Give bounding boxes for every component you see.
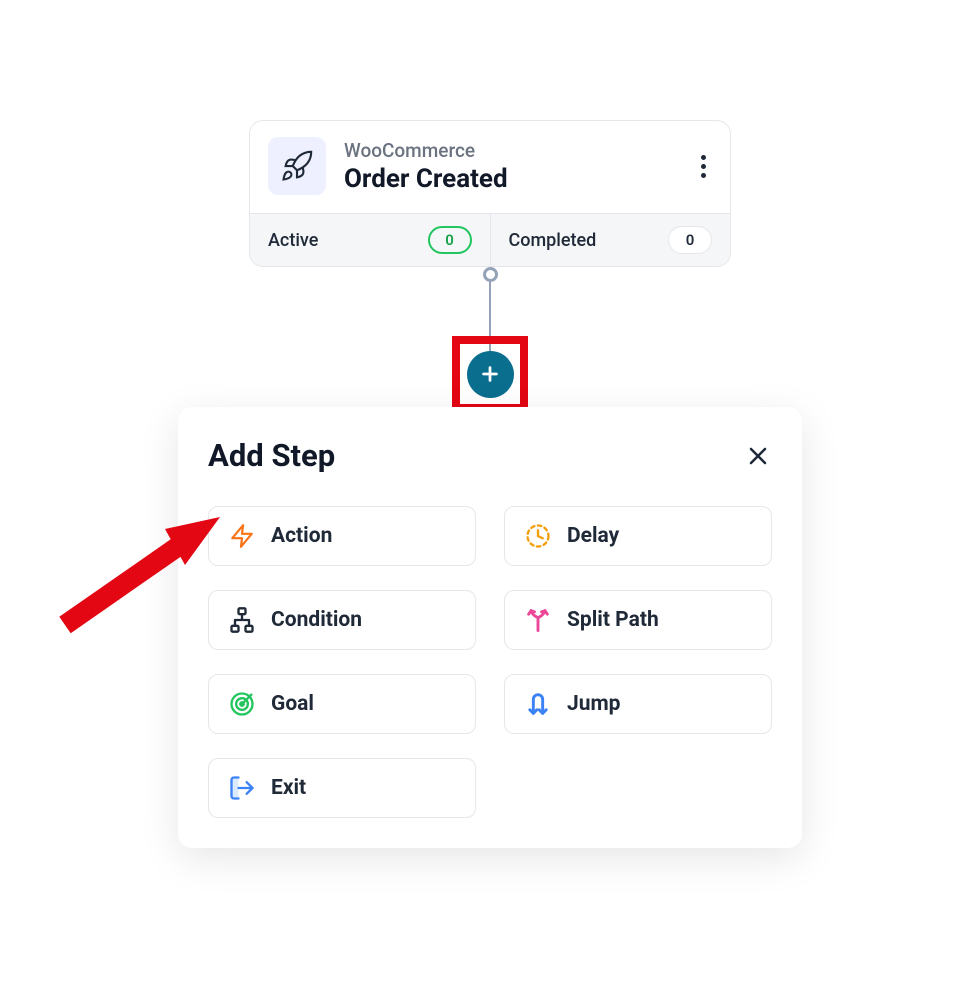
add-button-highlight [452,336,528,412]
split-icon [523,605,553,635]
trigger-stats: Active 0 Completed 0 [250,213,730,266]
more-menu-button[interactable] [695,155,712,178]
step-action-label: Action [271,524,332,548]
panel-title: Add Step [208,437,335,474]
plus-icon [479,363,501,385]
step-action-button[interactable]: Action [208,506,476,566]
sitemap-icon [227,605,257,635]
add-step-panel: Add Step Action De [178,407,802,848]
step-jump-button[interactable]: Jump [504,674,772,734]
rocket-icon [280,149,314,183]
add-step-button[interactable] [467,351,514,398]
trigger-source: WooCommerce [344,139,677,162]
stat-active[interactable]: Active 0 [250,214,491,266]
step-grid: Action Delay Condition [208,506,772,818]
trigger-header: WooCommerce Order Created [250,121,730,213]
trigger-icon-box [268,137,326,195]
lightning-icon [227,521,257,551]
step-split-path-button[interactable]: Split Path [504,590,772,650]
stat-completed[interactable]: Completed 0 [491,214,731,266]
panel-header: Add Step [208,437,772,474]
step-goal-button[interactable]: Goal [208,674,476,734]
step-exit-button[interactable]: Exit [208,758,476,818]
step-exit-label: Exit [271,776,306,800]
step-delay-label: Delay [567,524,619,548]
stat-active-label: Active [268,230,318,251]
trigger-text: WooCommerce Order Created [344,139,677,194]
close-icon [746,444,770,468]
trigger-event: Order Created [344,164,677,194]
step-jump-label: Jump [567,692,621,716]
target-icon [227,689,257,719]
step-delay-button[interactable]: Delay [504,506,772,566]
stat-completed-count: 0 [668,226,712,254]
step-goal-label: Goal [271,692,314,716]
step-condition-button[interactable]: Condition [208,590,476,650]
step-split-path-label: Split Path [567,608,659,632]
step-condition-label: Condition [271,608,362,632]
close-button[interactable] [744,442,772,470]
stat-completed-label: Completed [509,230,597,251]
trigger-card: WooCommerce Order Created Active 0 Compl… [249,120,731,267]
jump-icon [523,689,553,719]
stat-active-count: 0 [428,226,472,254]
exit-icon [227,773,257,803]
clock-dashed-icon [523,521,553,551]
